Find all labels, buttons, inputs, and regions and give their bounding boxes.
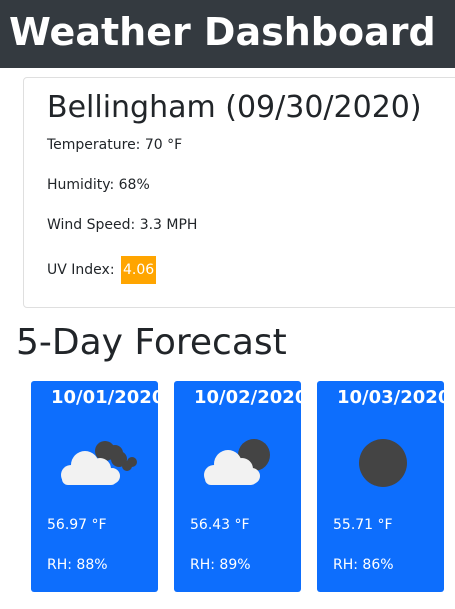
forecast-heading: 5-Day Forecast xyxy=(16,322,287,363)
uv-index-badge: 4.06 xyxy=(121,256,157,284)
wind-speed-text: Wind Speed: 3.3 MPH xyxy=(47,217,198,233)
forecast-card-2: 10/02/2020 56.43 °F RH: 89% xyxy=(174,381,307,592)
forecast-temp: 56.97 °F xyxy=(47,517,107,533)
forecast-temp: 56.43 °F xyxy=(190,517,250,533)
clear-night-icon xyxy=(359,439,407,487)
forecast-humidity: RH: 88% xyxy=(47,557,108,573)
uv-index-label: UV Index: xyxy=(47,262,115,278)
partly-cloudy-night-icon xyxy=(204,439,270,485)
city-date-heading: Bellingham (09/30/2020) xyxy=(47,90,422,125)
forecast-temp: 55.71 °F xyxy=(333,517,393,533)
forecast-date: 10/03/2020 xyxy=(337,387,451,408)
cloudy-night-icon xyxy=(61,441,137,485)
app-title: Weather Dashboard xyxy=(9,10,436,54)
current-weather-card: Bellingham (09/30/2020) Temperature: 70 … xyxy=(23,77,455,308)
forecast-card-3: 10/03/2020 55.71 °F RH: 86% xyxy=(317,381,450,592)
forecast-date: 10/02/2020 xyxy=(194,387,308,408)
humidity-text: Humidity: 68% xyxy=(47,177,150,193)
uv-index-row: UV Index: 4.06 xyxy=(47,256,157,284)
forecast-card-1: 10/01/2020 56.97 °F RH: 88% xyxy=(31,381,164,592)
forecast-humidity: RH: 89% xyxy=(190,557,251,573)
temperature-text: Temperature: 70 °F xyxy=(47,137,183,153)
forecast-humidity: RH: 86% xyxy=(333,557,394,573)
forecast-date: 10/01/2020 xyxy=(51,387,165,408)
app-header: Weather Dashboard xyxy=(0,0,455,68)
